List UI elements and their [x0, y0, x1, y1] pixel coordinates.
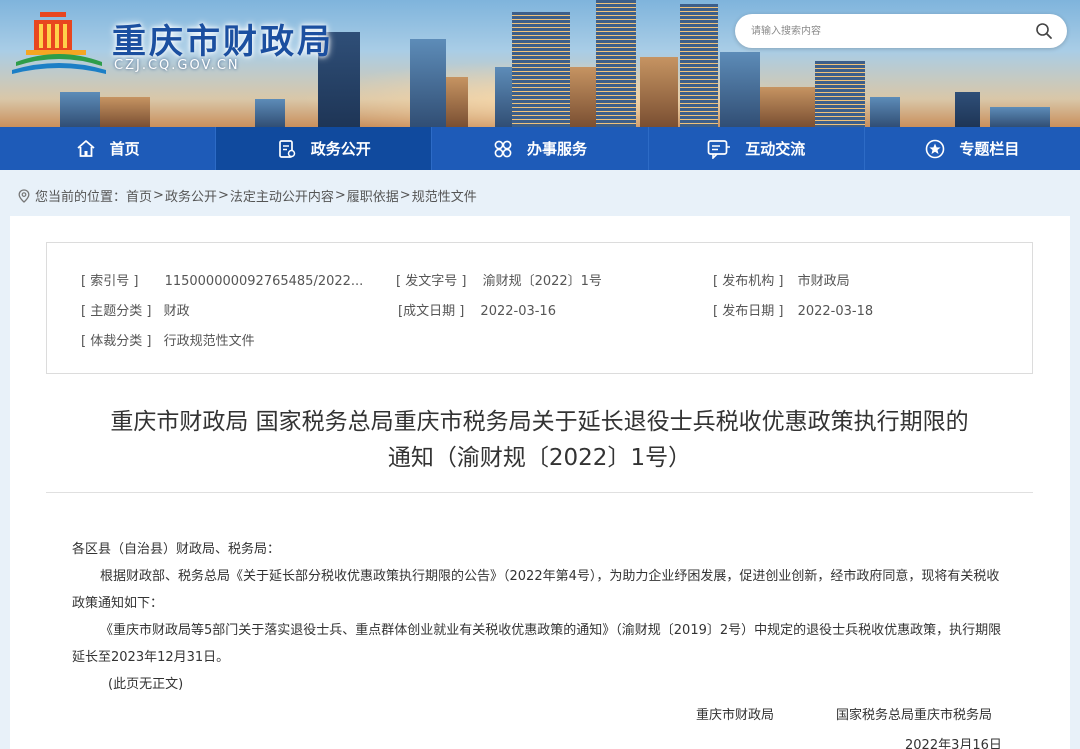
meta-publisher: [ 发布机构 ] 市财政局 [713, 270, 850, 289]
skyline-building [640, 57, 678, 127]
breadcrumb: 您当前的位置： 首页 > 政务公开 > 法定主动公开内容 > 履职依据 > 规范… [18, 186, 477, 205]
document-paragraph: 根据财政部、税务总局《关于延长部分税收优惠政策执行期限的公告》（2022年第4号… [72, 569, 1000, 611]
main-nav: 首页 政务公开 办事服务 互动交流 专题栏目 [0, 127, 1080, 170]
meta-created-date-value: 2022-03-16 [480, 304, 556, 319]
meta-index-label: [ 索引号 ] [81, 274, 139, 289]
breadcrumb-prefix: 您当前的位置： [35, 190, 127, 205]
title-divider [46, 492, 1033, 493]
skyline-building [955, 92, 980, 127]
meta-index-value: 115000000092765485/2022... [164, 274, 364, 289]
meta-doc-number-value: 渝财规〔2022〕1号 [482, 274, 602, 289]
document-title: 重庆市财政局 国家税务总局重庆市税务局关于延长退役士兵税收优惠政策执行期限的 通… [46, 404, 1033, 476]
content-card: [ 索引号 ] 115000000092765485/2022... [ 发文字… [10, 216, 1070, 749]
chat-icon [707, 139, 731, 159]
meta-genre-value: 行政规范性文件 [163, 334, 255, 349]
meta-created-date-label: [成文日期 ] [398, 304, 465, 319]
skyline-building [255, 99, 285, 127]
location-pin-icon [18, 188, 30, 203]
meta-published-date-value: 2022-03-18 [797, 304, 874, 319]
skyline-building [596, 0, 636, 127]
document-note: (此页无正文) [108, 677, 184, 692]
breadcrumb-link-statutory-disclosure[interactable]: 法定主动公开内容 [230, 186, 334, 205]
site-domain: CZJ.CQ.GOV.CN [114, 58, 240, 73]
skyline-building [446, 77, 468, 127]
document-salutation: 各区县（自治县）财政局、税务局： [72, 542, 281, 557]
skyline-building [990, 107, 1050, 127]
meta-publisher-label: [ 发布机构 ] [713, 274, 784, 289]
nav-item-home[interactable]: 首页 [0, 127, 217, 170]
skyline-building [410, 39, 446, 127]
meta-doc-number: [ 发文字号 ] 渝财规〔2022〕1号 [396, 270, 602, 289]
nav-item-services[interactable]: 办事服务 [432, 127, 649, 170]
meta-created-date: [成文日期 ] 2022-03-16 [398, 300, 556, 319]
service-icon [494, 140, 512, 157]
breadcrumb-link-home[interactable]: 首页 [126, 186, 152, 205]
nav-item-label: 互动交流 [745, 140, 806, 158]
breadcrumb-link-normative-docs[interactable]: 规范性文件 [412, 186, 477, 205]
skyline-building [100, 97, 150, 127]
skyline-building [870, 97, 900, 127]
site-title: 重庆市财政局 [112, 22, 334, 62]
document-signer-tax-bureau: 国家税务总局重庆市税务局 [836, 708, 993, 723]
nav-item-label: 首页 [109, 140, 140, 158]
nav-item-gov-affairs[interactable]: 政务公开 [216, 127, 433, 170]
header-banner: 重庆市财政局 CZJ.CQ.GOV.CN [0, 0, 1080, 127]
document-date: 2022年3月16日 [905, 738, 1002, 749]
meta-genre-label: [ 体裁分类 ] [81, 334, 152, 349]
breadcrumb-link-gov-affairs[interactable]: 政务公开 [165, 186, 217, 205]
nav-item-interaction[interactable]: 互动交流 [649, 127, 865, 170]
nav-item-special-topics[interactable]: 专题栏目 [865, 127, 1080, 170]
breadcrumb-link-duty-basis[interactable]: 履职依据 [347, 186, 399, 205]
document-icon [278, 139, 296, 158]
nav-item-label: 专题栏目 [959, 140, 1020, 158]
skyline-building [680, 4, 718, 127]
search-box [735, 14, 1067, 48]
nav-item-label: 办事服务 [527, 140, 588, 158]
skyline-building [60, 92, 100, 127]
star-icon [926, 139, 945, 158]
meta-doc-number-label: [ 发文字号 ] [396, 274, 467, 289]
search-input[interactable] [751, 22, 1021, 40]
meta-topic-label: [ 主题分类 ] [81, 304, 152, 319]
meta-published-date: [ 发布日期 ] 2022-03-18 [713, 300, 873, 319]
document-body: 各区县（自治县）财政局、税务局： 根据财政部、税务总局《关于延长部分税收优惠政策… [72, 536, 1012, 698]
search-icon[interactable] [1035, 22, 1053, 40]
meta-published-date-label: [ 发布日期 ] [713, 304, 784, 319]
meta-index: [ 索引号 ] 115000000092765485/2022... [81, 270, 363, 289]
skyline-building [512, 12, 570, 127]
skyline-building [720, 52, 760, 127]
breadcrumb-separator: > [399, 188, 411, 203]
skyline-building [570, 67, 598, 127]
document-signer-finance-bureau: 重庆市财政局 [696, 708, 775, 723]
breadcrumb-separator: > [334, 188, 346, 203]
meta-genre: [ 体裁分类 ] 行政规范性文件 [81, 330, 255, 349]
breadcrumb-separator: > [153, 188, 164, 203]
breadcrumb-separator: > [217, 188, 229, 203]
meta-topic-value: 财政 [163, 304, 190, 319]
document-title-line1: 重庆市财政局 国家税务总局重庆市税务局关于延长退役士兵税收优惠政策执行期限的 [110, 409, 969, 435]
meta-topic: [ 主题分类 ] 财政 [81, 300, 190, 319]
skyline-building [815, 61, 865, 127]
nav-item-label: 政务公开 [310, 140, 371, 158]
meta-publisher-value: 市财政局 [797, 274, 850, 289]
document-meta-table: [ 索引号 ] 115000000092765485/2022... [ 发文字… [46, 242, 1033, 374]
document-paragraph: 《重庆市财政局等5部门关于落实退役士兵、重点群体创业就业有关税收优惠政策的通知》… [72, 623, 1002, 665]
document-title-line2: 通知（渝财规〔2022〕1号） [387, 445, 692, 471]
logo-emblem-icon [12, 12, 106, 74]
home-icon [77, 139, 95, 157]
skyline-building [760, 87, 815, 127]
